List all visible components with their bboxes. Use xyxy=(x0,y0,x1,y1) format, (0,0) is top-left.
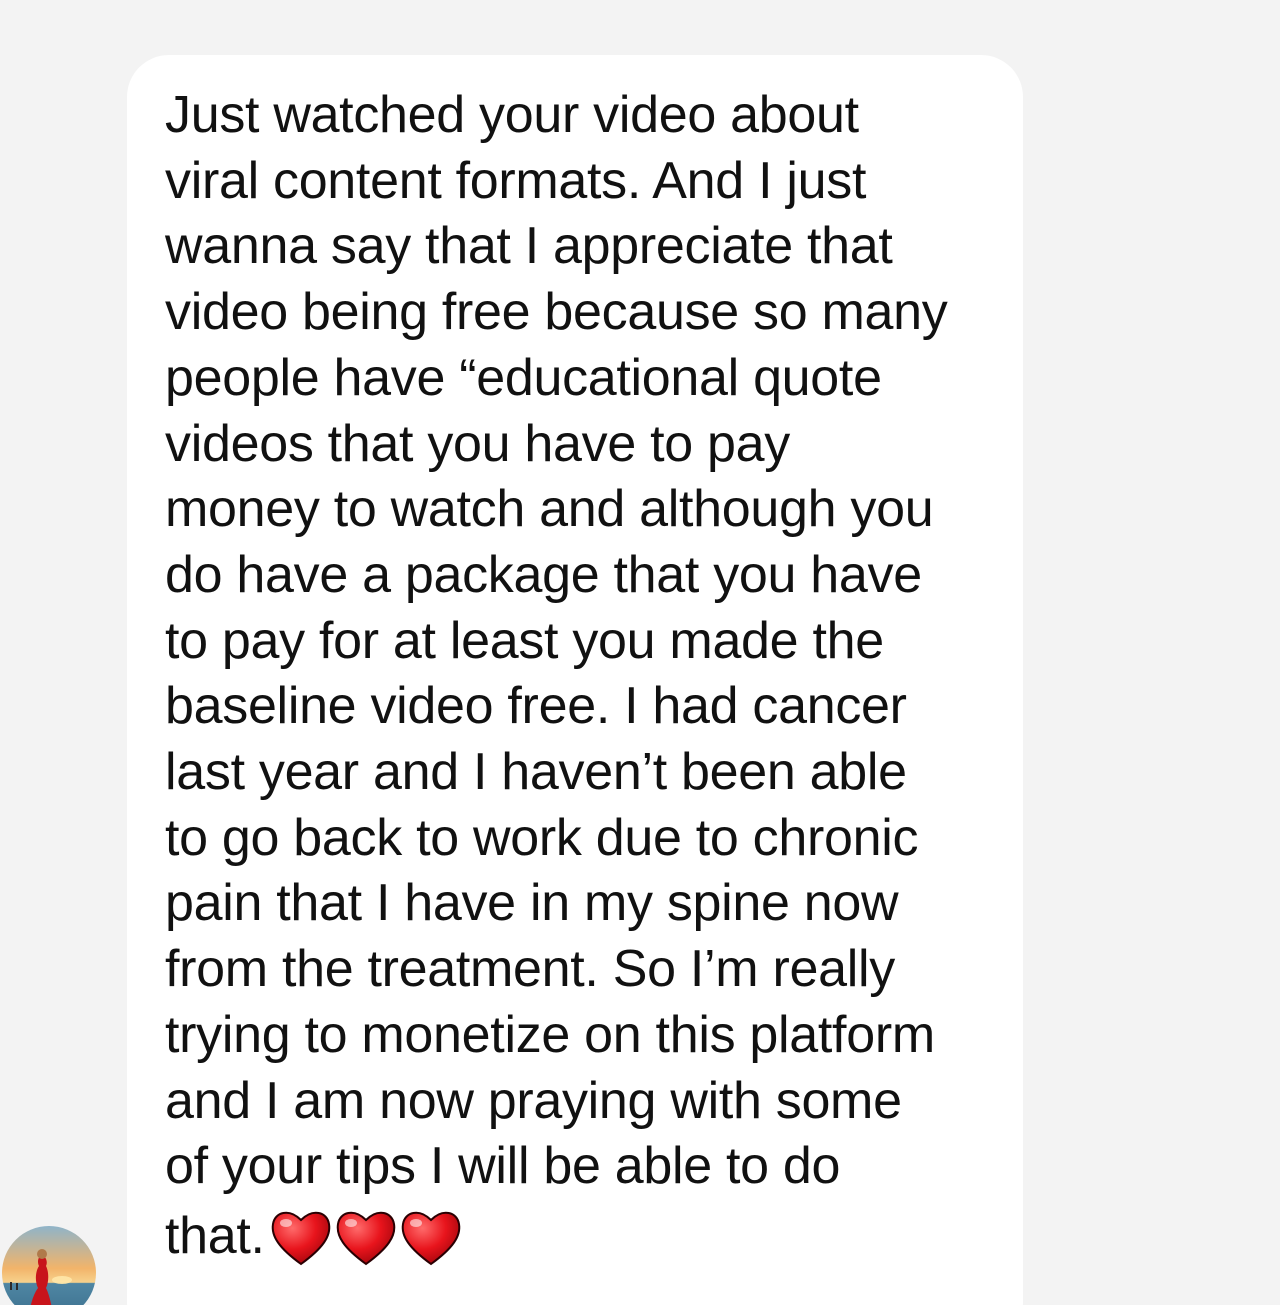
avatar-photo-icon xyxy=(2,1226,96,1305)
incoming-message-bubble[interactable]: Just watched your video about viral cont… xyxy=(127,55,1023,1305)
message-line: trying to monetize on this platform xyxy=(165,1005,935,1064)
message-line: do have a package that you have xyxy=(165,545,922,604)
message-line: money to watch and although you xyxy=(165,480,934,539)
message-line: Just watched your video about xyxy=(165,86,859,144)
sender-avatar[interactable] xyxy=(2,1226,96,1305)
message-line: video being free because so many xyxy=(165,283,948,342)
heart-emoji-group xyxy=(269,1206,464,1268)
message-line: and I am now praying with some xyxy=(165,1071,902,1130)
message-line: that. xyxy=(165,1206,265,1265)
message-line: last year and I haven’t been able xyxy=(165,743,907,802)
message-line: wanna say that I appreciate that xyxy=(165,217,893,276)
message-line: to pay for at least you made the xyxy=(165,611,884,670)
message-line: from the treatment. So I’m really xyxy=(165,940,895,999)
chat-screen: Just watched your video about viral cont… xyxy=(0,0,1280,1305)
message-line: of your tips I will be able to do xyxy=(165,1137,841,1196)
message-line: videos that you have to pay xyxy=(165,414,790,473)
message-line: to go back to work due to chronic xyxy=(165,808,919,867)
message-last-line: that. xyxy=(165,1204,1003,1270)
red-heart-icon xyxy=(271,1211,330,1266)
message-line: pain that I have in my spine now xyxy=(165,874,899,933)
red-heart-icon xyxy=(401,1211,460,1266)
message-line: viral content formats. And I just xyxy=(165,151,867,210)
message-line: baseline video free. I had cancer xyxy=(165,677,907,736)
message-line: people have “educational quote xyxy=(165,348,882,407)
red-heart-icon xyxy=(336,1211,395,1266)
